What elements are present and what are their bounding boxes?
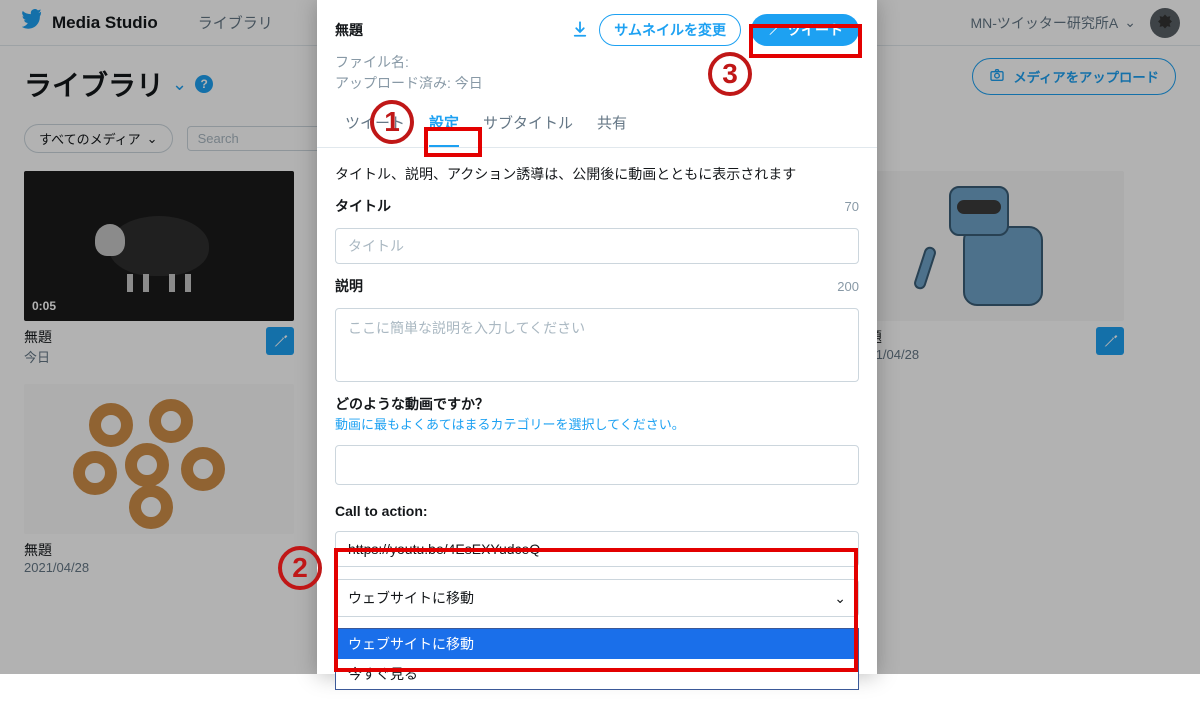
description-char-count: 200: [837, 279, 859, 294]
cta-url-input[interactable]: [335, 531, 859, 567]
title-label: タイトル: [335, 196, 391, 216]
cta-option-watch-now[interactable]: 今すぐ見る: [336, 659, 858, 689]
cta-action-select[interactable]: ウェブサイトに移動 ⌄: [335, 579, 859, 617]
tab-subtitle[interactable]: サブタイトル: [483, 112, 573, 147]
tab-settings[interactable]: 設定: [429, 112, 459, 147]
change-thumbnail-button[interactable]: サムネイルを変更: [599, 14, 741, 46]
download-icon[interactable]: [571, 20, 589, 41]
chevron-down-icon: ⌄: [834, 590, 846, 607]
settings-helper-text: タイトル、説明、アクション誘導は、公開後に動画とともに表示されます: [335, 164, 859, 184]
category-label: どのような動画ですか？: [335, 394, 489, 414]
compose-icon: [767, 23, 781, 37]
category-select[interactable]: [335, 445, 859, 485]
uploaded-label: アップロード済み: 今日: [317, 73, 877, 94]
description-input[interactable]: [335, 308, 859, 382]
title-input[interactable]: [335, 228, 859, 264]
title-char-count: 70: [845, 199, 859, 214]
cta-option-website[interactable]: ウェブサイトに移動: [336, 629, 858, 659]
modal-title: 無題: [335, 20, 561, 40]
file-name-label: ファイル名:: [317, 52, 877, 73]
modal-tabs: ツイート 設定 サブタイトル 共有: [317, 94, 877, 148]
category-help: 動画に最もよくあてはまるカテゴリーを選択してください。: [335, 414, 859, 433]
tweet-button-label: ツイート: [787, 20, 843, 40]
media-detail-modal: 無題 サムネイルを変更 ツイート ファイル名: アップロード済み: 今日 ツイー…: [317, 0, 877, 674]
cta-action-dropdown: ウェブサイトに移動 今すぐ見る: [335, 628, 859, 690]
tab-share[interactable]: 共有: [597, 112, 627, 147]
tweet-button[interactable]: ツイート: [751, 14, 859, 46]
cta-action-selected: ウェブサイトに移動: [348, 588, 474, 608]
description-label: 説明: [335, 276, 363, 296]
cta-label: Call to action:: [335, 503, 428, 519]
tab-tweet[interactable]: ツイート: [345, 112, 405, 147]
